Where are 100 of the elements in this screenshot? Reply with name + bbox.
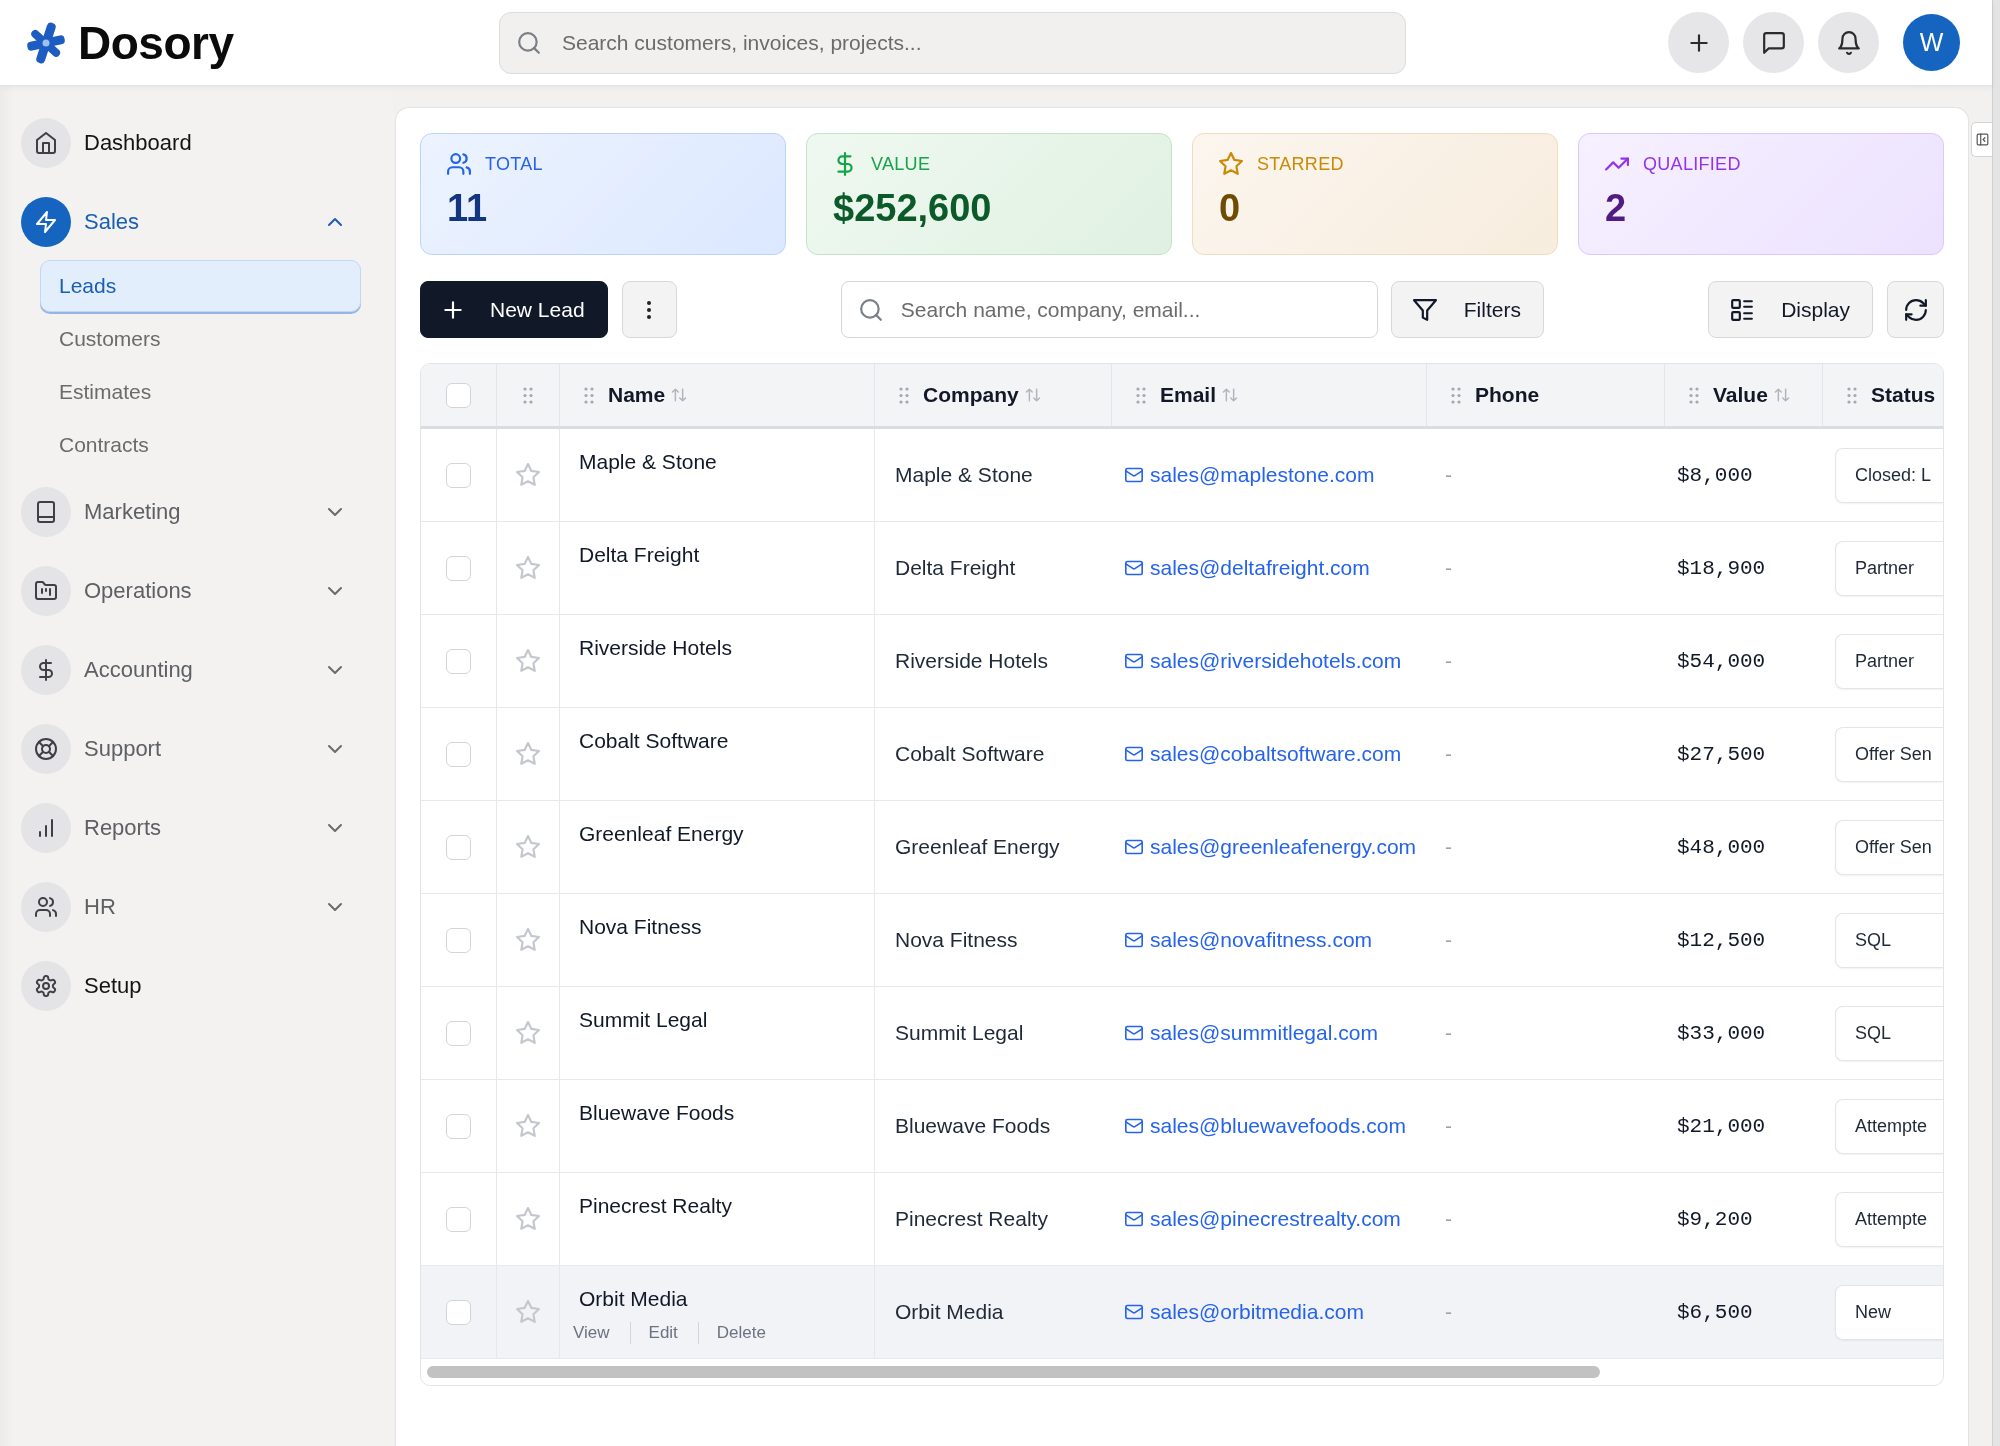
message-icon bbox=[1761, 30, 1786, 55]
row-action-link[interactable]: Edit bbox=[629, 1322, 698, 1344]
star-icon[interactable] bbox=[516, 1114, 540, 1138]
row-checkbox[interactable] bbox=[446, 741, 471, 767]
lead-name[interactable]: Greenleaf Energy bbox=[579, 821, 744, 847]
stat-value: 2 bbox=[1605, 186, 1627, 231]
column-header[interactable]: Email bbox=[1112, 364, 1427, 426]
nav-item[interactable]: Sales bbox=[21, 191, 346, 253]
email-link[interactable]: sales@deltafreight.com bbox=[1125, 556, 1370, 580]
display-button[interactable]: Display bbox=[1708, 281, 1873, 338]
row-checkbox[interactable] bbox=[446, 1299, 471, 1325]
mail-icon bbox=[1125, 745, 1143, 763]
new-lead-button[interactable]: New Lead bbox=[420, 281, 608, 338]
nav-item[interactable]: Setup bbox=[21, 955, 346, 1017]
nav-subitem[interactable]: Customers bbox=[40, 312, 361, 365]
sort-icon bbox=[1773, 387, 1790, 403]
filters-button[interactable]: Filters bbox=[1390, 281, 1544, 338]
more-button[interactable] bbox=[621, 281, 677, 338]
row-checkbox[interactable] bbox=[446, 1113, 471, 1139]
user-avatar[interactable]: W bbox=[1903, 14, 1960, 71]
status-select[interactable]: SQL bbox=[1835, 912, 1943, 968]
settings-icon bbox=[21, 961, 71, 1011]
nav-item[interactable]: Marketing bbox=[21, 481, 346, 543]
refresh-button[interactable] bbox=[1887, 281, 1944, 338]
column-header[interactable]: Company bbox=[875, 364, 1112, 426]
email-link[interactable]: sales@maplestone.com bbox=[1125, 463, 1375, 487]
panel-toggle-button[interactable] bbox=[1971, 122, 1992, 157]
nav-item[interactable]: Dashboard bbox=[21, 112, 346, 174]
global-search-field[interactable]: Search customers, invoices, projects... bbox=[499, 11, 1406, 74]
row-checkbox[interactable] bbox=[446, 1206, 471, 1232]
star-icon[interactable] bbox=[516, 1300, 540, 1324]
stat-label: QUALIFIED bbox=[1643, 153, 1741, 175]
row-checkbox[interactable] bbox=[446, 648, 471, 674]
status-select[interactable]: Attempte bbox=[1835, 1098, 1943, 1154]
row-checkbox[interactable] bbox=[446, 1020, 471, 1046]
lead-name[interactable]: Riverside Hotels bbox=[579, 635, 732, 661]
more-icon bbox=[646, 299, 653, 320]
row-checkbox[interactable] bbox=[446, 927, 471, 953]
email-link[interactable]: sales@novafitness.com bbox=[1125, 928, 1373, 952]
email-link[interactable]: sales@greenleafenergy.com bbox=[1125, 835, 1417, 859]
row-checkbox[interactable] bbox=[446, 462, 471, 488]
panel-icon bbox=[1975, 133, 1989, 146]
star-icon[interactable] bbox=[516, 463, 540, 487]
nav-item[interactable]: Reports bbox=[21, 797, 346, 859]
grip-icon[interactable] bbox=[1689, 386, 1699, 404]
nav-subitem[interactable]: Contracts bbox=[40, 418, 361, 471]
lead-name[interactable]: Cobalt Software bbox=[579, 728, 729, 754]
star-icon[interactable] bbox=[516, 835, 540, 859]
star-icon[interactable] bbox=[516, 1207, 540, 1231]
nav-item[interactable]: Accounting bbox=[21, 639, 346, 701]
email-link[interactable]: sales@orbitmedia.com bbox=[1125, 1300, 1364, 1324]
star-icon[interactable] bbox=[516, 1021, 540, 1045]
star-icon[interactable] bbox=[516, 742, 540, 766]
column-header[interactable]: Name bbox=[560, 364, 875, 426]
grip-icon[interactable] bbox=[899, 386, 909, 404]
lead-name[interactable]: Pinecrest Realty bbox=[579, 1193, 732, 1219]
nav-item[interactable]: HR bbox=[21, 876, 346, 938]
email-link[interactable]: sales@cobaltsoftware.com bbox=[1125, 742, 1402, 766]
lead-name[interactable]: Summit Legal bbox=[579, 1007, 708, 1033]
row-checkbox[interactable] bbox=[446, 555, 471, 581]
row-checkbox[interactable] bbox=[446, 834, 471, 860]
nav-item[interactable]: Operations bbox=[21, 560, 346, 622]
star-icon[interactable] bbox=[516, 556, 540, 580]
status-select[interactable]: New bbox=[1835, 1284, 1943, 1340]
select-all-checkbox[interactable] bbox=[446, 382, 471, 408]
lead-name[interactable]: Maple & Stone bbox=[579, 449, 717, 475]
grip-icon[interactable] bbox=[584, 386, 594, 404]
nav-subitem[interactable]: Estimates bbox=[40, 365, 361, 418]
nav-item[interactable]: Support bbox=[21, 718, 346, 780]
search-field[interactable]: Search name, company, email... bbox=[840, 281, 1378, 338]
email-link[interactable]: sales@bluewavefoods.com bbox=[1125, 1114, 1406, 1138]
star-icon[interactable] bbox=[516, 649, 540, 673]
grip-icon[interactable] bbox=[1847, 386, 1857, 404]
status-select[interactable]: Partner bbox=[1835, 540, 1943, 596]
row-action-link[interactable]: View bbox=[573, 1322, 630, 1344]
email-link[interactable]: sales@pinecrestrealty.com bbox=[1125, 1207, 1401, 1231]
status-select[interactable]: Closed: L bbox=[1835, 447, 1943, 503]
column-header[interactable]: Value bbox=[1665, 364, 1823, 426]
status-select[interactable]: SQL bbox=[1835, 1005, 1943, 1061]
column-header[interactable]: Phone bbox=[1427, 364, 1665, 426]
page-scrollbar[interactable] bbox=[1992, 0, 2000, 1446]
row-action-link[interactable]: Delete bbox=[697, 1322, 786, 1344]
status-select[interactable]: Partner bbox=[1835, 633, 1943, 689]
horizontal-scrollbar[interactable] bbox=[427, 1366, 1600, 1378]
column-header[interactable]: Status bbox=[1823, 364, 1943, 426]
status-select[interactable]: Attempte bbox=[1835, 1191, 1943, 1247]
nav-subitem[interactable]: Leads bbox=[40, 260, 361, 312]
grip-icon[interactable] bbox=[1451, 386, 1461, 404]
lead-name[interactable]: Nova Fitness bbox=[579, 914, 702, 940]
email-link[interactable]: sales@summitlegal.com bbox=[1125, 1021, 1378, 1045]
lead-name[interactable]: Orbit Media bbox=[579, 1286, 688, 1312]
star-icon[interactable] bbox=[516, 928, 540, 952]
table-cell-text: Greenleaf Energy bbox=[894, 834, 1061, 860]
status-select[interactable]: Offer Sen bbox=[1835, 819, 1943, 875]
status-select[interactable]: Offer Sen bbox=[1835, 726, 1943, 782]
email-link[interactable]: sales@riversidehotels.com bbox=[1125, 649, 1402, 673]
grip-icon[interactable] bbox=[1136, 386, 1146, 404]
lead-name[interactable]: Delta Freight bbox=[579, 542, 700, 568]
grip-icon[interactable] bbox=[523, 386, 533, 404]
lead-name[interactable]: Bluewave Foods bbox=[579, 1100, 735, 1126]
